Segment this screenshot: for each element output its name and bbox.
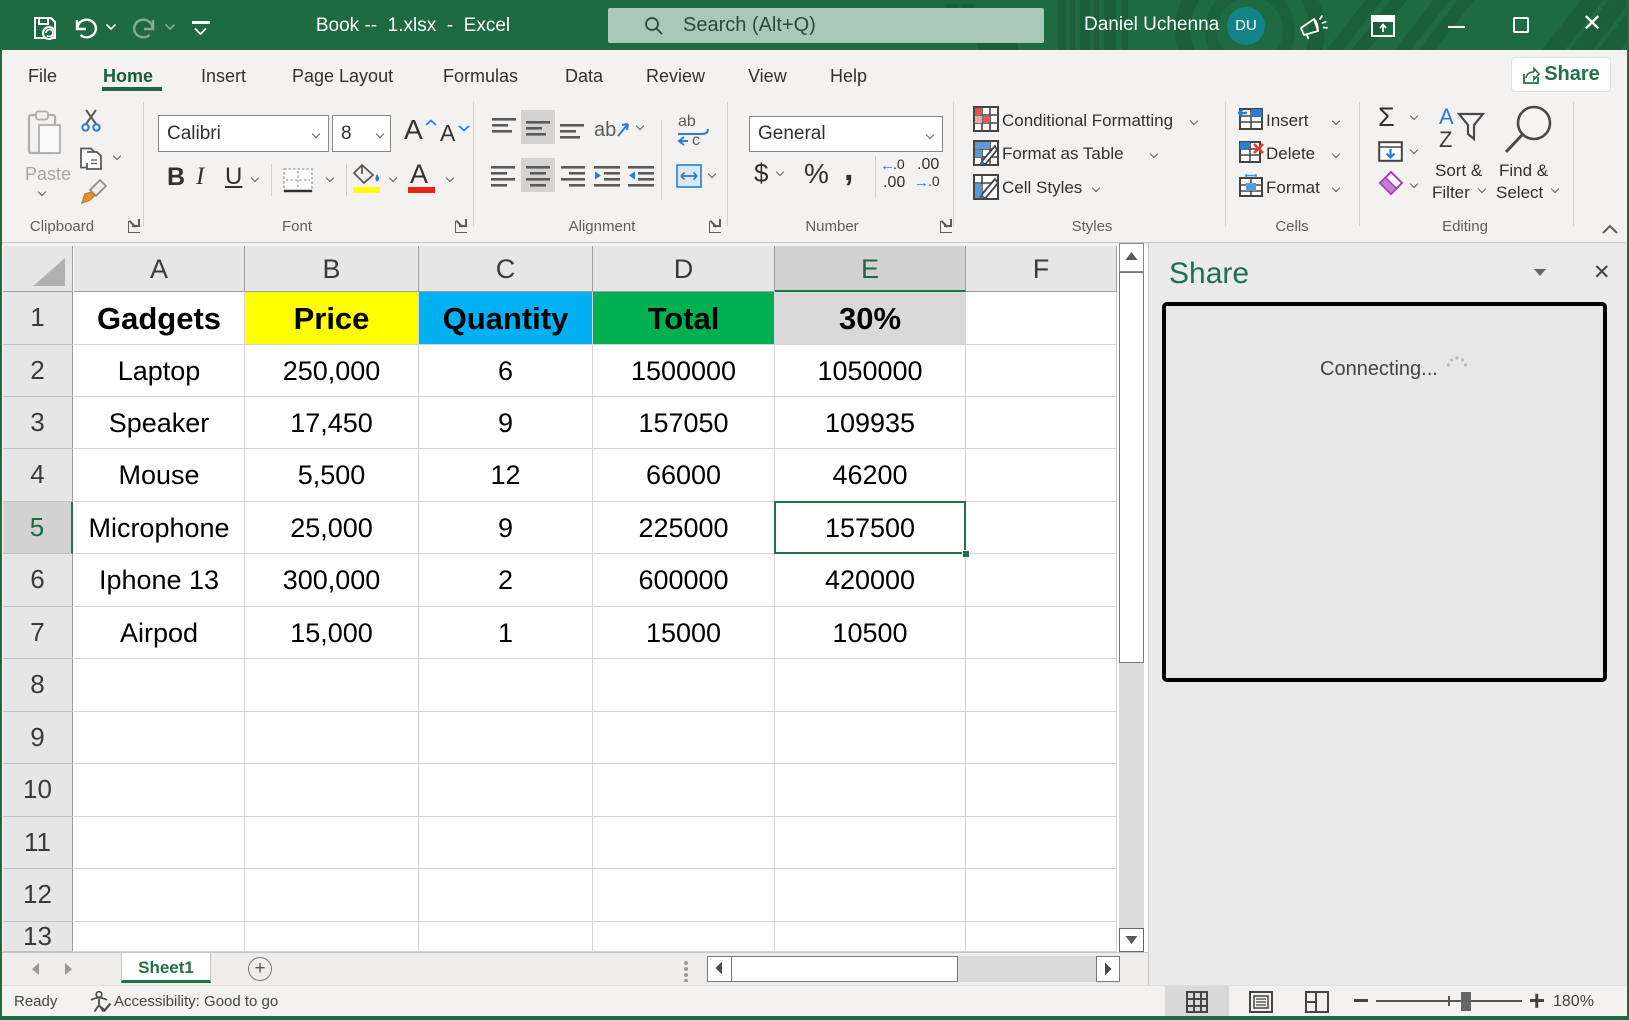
svg-text:→: → xyxy=(914,174,929,190)
svg-text:Z: Z xyxy=(1439,127,1452,150)
svg-text:ab: ab xyxy=(594,119,616,141)
svg-text:c: c xyxy=(692,132,700,146)
svg-text:ab: ab xyxy=(678,113,696,130)
svg-text:.00: .00 xyxy=(917,156,939,173)
svg-text:.0: .0 xyxy=(928,173,940,189)
svg-text:.0: .0 xyxy=(893,156,905,172)
svg-text:.00: .00 xyxy=(883,174,905,190)
svg-text:A: A xyxy=(1439,106,1454,129)
